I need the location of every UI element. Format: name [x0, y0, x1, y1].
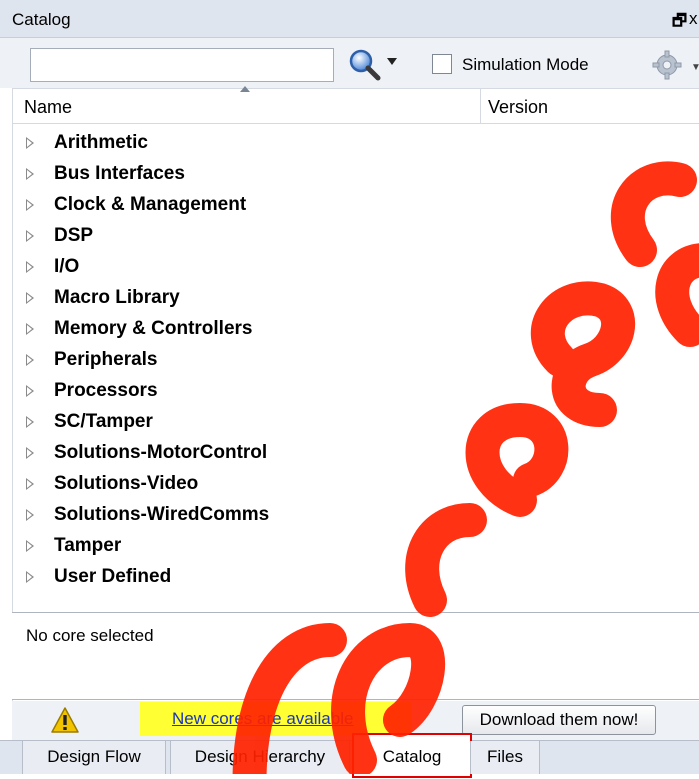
tree-item-label: Solutions-MotorControl	[54, 442, 268, 463]
tree-item-label: Bus Interfaces	[54, 163, 185, 184]
tree-item-label: DSP	[54, 225, 94, 246]
column-separator[interactable]	[480, 88, 481, 124]
expand-arrow-icon[interactable]	[26, 571, 34, 583]
tree-item[interactable]: Bus Interfaces	[12, 160, 699, 191]
tab-design-flow[interactable]: Design Flow	[22, 741, 166, 774]
core-description-text: No core selected	[26, 626, 154, 645]
chevron-down-icon[interactable]	[387, 58, 397, 65]
chevron-down-icon[interactable]: ▼	[691, 62, 699, 73]
expand-arrow-icon[interactable]	[26, 447, 34, 459]
expand-arrow-icon[interactable]	[26, 354, 34, 366]
tree-item-label: Macro Library	[54, 287, 180, 308]
expand-arrow-icon[interactable]	[26, 323, 34, 335]
tree-item-label: Solutions-WiredComms	[54, 504, 270, 525]
sort-ascending-icon	[240, 86, 250, 92]
tree-item[interactable]: SC/Tamper	[12, 408, 699, 439]
tree-item[interactable]: Processors	[12, 377, 699, 408]
tree-item[interactable]: Solutions-WiredComms	[12, 501, 699, 532]
expand-arrow-icon[interactable]	[26, 199, 34, 211]
tree-item-label: SC/Tamper	[54, 411, 153, 432]
expand-arrow-icon[interactable]	[26, 137, 34, 149]
title-bar	[0, 0, 699, 38]
tree-item[interactable]: Tamper	[12, 532, 699, 563]
tree-item[interactable]: Solutions-Video	[12, 470, 699, 501]
tab-design-hierarchy[interactable]: Design Hierarchy	[170, 741, 350, 774]
expand-arrow-icon[interactable]	[26, 478, 34, 490]
tab-catalog[interactable]: Catalog	[352, 733, 472, 778]
tree-item-label: I/O	[54, 256, 80, 277]
tree-item-label: User Defined	[54, 566, 172, 587]
tree-item-label: Processors	[54, 380, 158, 401]
tree-item-label: Memory & Controllers	[54, 318, 253, 339]
tree-item[interactable]: Macro Library	[12, 284, 699, 315]
warning-icon	[51, 707, 79, 733]
expand-arrow-icon[interactable]	[26, 509, 34, 521]
restore-icon[interactable]: 🗗	[672, 10, 687, 37]
gear-icon[interactable]	[652, 50, 682, 80]
column-header-row	[12, 88, 699, 124]
tree-item-label: Clock & Management	[54, 194, 247, 215]
tree-item[interactable]: DSP	[12, 222, 699, 253]
tree-item-label: Peripherals	[54, 349, 158, 370]
expand-arrow-icon[interactable]	[26, 292, 34, 304]
tree-item[interactable]: User Defined	[12, 563, 699, 594]
new-cores-link[interactable]: New cores are available	[172, 709, 353, 729]
expand-arrow-icon[interactable]	[26, 540, 34, 552]
tree-item-label: Tamper	[54, 535, 122, 556]
column-header-version[interactable]: Version	[488, 97, 548, 118]
tree-item[interactable]: Peripherals	[12, 346, 699, 377]
tree-item-label: Solutions-Video	[54, 473, 199, 494]
search-icon[interactable]	[346, 46, 384, 84]
panel-title: Catalog	[12, 10, 71, 29]
expand-arrow-icon[interactable]	[26, 230, 34, 242]
tree-item[interactable]: Solutions-MotorControl	[12, 439, 699, 470]
tab-files[interactable]: Files	[470, 741, 540, 774]
tree-item[interactable]: Arithmetic	[12, 129, 699, 160]
simulation-mode-label: Simulation Mode	[462, 55, 589, 74]
close-icon[interactable]: x	[689, 9, 698, 29]
download-now-button[interactable]: Download them now!	[462, 705, 656, 735]
column-header-name[interactable]: Name	[24, 97, 72, 118]
expand-arrow-icon[interactable]	[26, 168, 34, 180]
tree-item-label: Arithmetic	[54, 132, 148, 153]
tree-item[interactable]: Clock & Management	[12, 191, 699, 222]
tree-item[interactable]: Memory & Controllers	[12, 315, 699, 346]
search-input[interactable]	[30, 48, 334, 82]
expand-arrow-icon[interactable]	[26, 385, 34, 397]
expand-arrow-icon[interactable]	[26, 416, 34, 428]
expand-arrow-icon[interactable]	[26, 261, 34, 273]
catalog-tree: Arithmetic Bus Interfaces Clock & Manage…	[12, 125, 699, 605]
tree-item[interactable]: I/O	[12, 253, 699, 284]
simulation-mode-checkbox[interactable]	[432, 54, 452, 74]
